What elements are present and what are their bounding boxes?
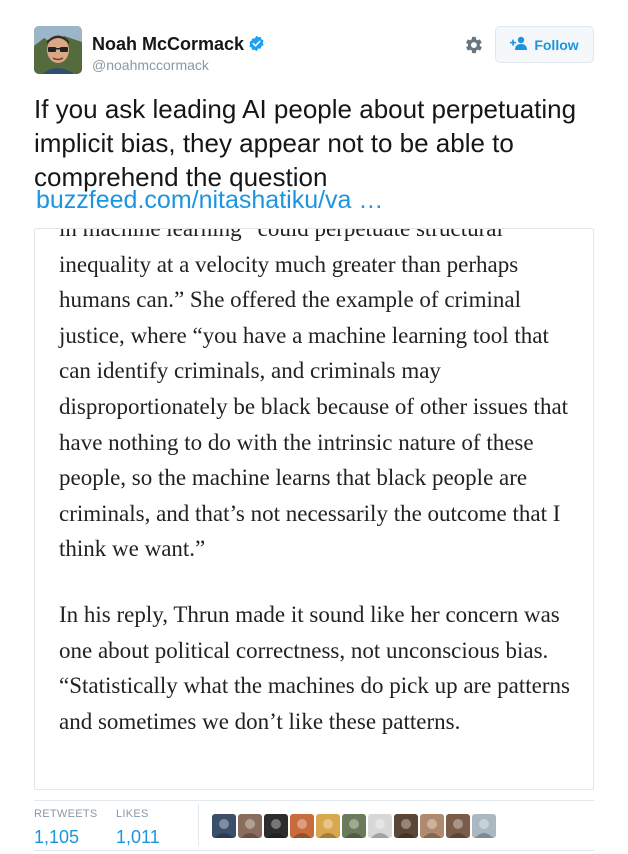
liker-avatars — [212, 814, 496, 838]
avatar[interactable] — [34, 26, 82, 74]
likes-count[interactable]: 1,011 — [116, 827, 160, 848]
gear-icon[interactable] — [462, 34, 484, 56]
user-handle[interactable]: @noahmccormack — [92, 57, 209, 73]
add-person-icon — [510, 36, 528, 53]
liker-avatar[interactable] — [368, 814, 392, 838]
liker-avatar[interactable] — [290, 814, 314, 838]
retweets-label: RETWEETS — [34, 808, 98, 820]
follow-button[interactable]: Follow — [495, 26, 594, 63]
liker-avatar[interactable] — [472, 814, 496, 838]
likes-label: LIKES — [116, 808, 149, 820]
article-paragraph-2: In his reply, Thrun made it sound like h… — [59, 601, 570, 734]
article-paragraph-1: in machine learning “could perpetuate st… — [59, 228, 569, 562]
divider — [198, 804, 199, 846]
retweets-stat[interactable]: RETWEETS 1,105 — [34, 808, 98, 848]
verified-badge-icon — [248, 35, 265, 52]
display-name-text[interactable]: Noah McCormack — [92, 34, 244, 54]
liker-avatar[interactable] — [212, 814, 236, 838]
liker-avatar[interactable] — [238, 814, 262, 838]
divider — [34, 800, 594, 801]
tweet-link[interactable]: buzzfeed.com/nitashatiku/va … — [36, 186, 383, 215]
divider — [34, 850, 594, 851]
liker-avatar[interactable] — [394, 814, 418, 838]
liker-avatar[interactable] — [420, 814, 444, 838]
likes-stat[interactable]: LIKES 1,011 — [116, 808, 160, 848]
liker-avatar[interactable] — [316, 814, 340, 838]
follow-button-label: Follow — [534, 36, 579, 53]
retweets-count[interactable]: 1,105 — [34, 827, 98, 848]
article-body: in machine learning “could perpetuate st… — [59, 228, 579, 769]
article-image[interactable]: in machine learning “could perpetuate st… — [34, 228, 594, 790]
display-name[interactable]: Noah McCormack — [92, 34, 265, 55]
tweet-text: If you ask leading AI people about perpe… — [34, 94, 577, 192]
liker-avatar[interactable] — [446, 814, 470, 838]
liker-avatar[interactable] — [342, 814, 366, 838]
liker-avatar[interactable] — [264, 814, 288, 838]
